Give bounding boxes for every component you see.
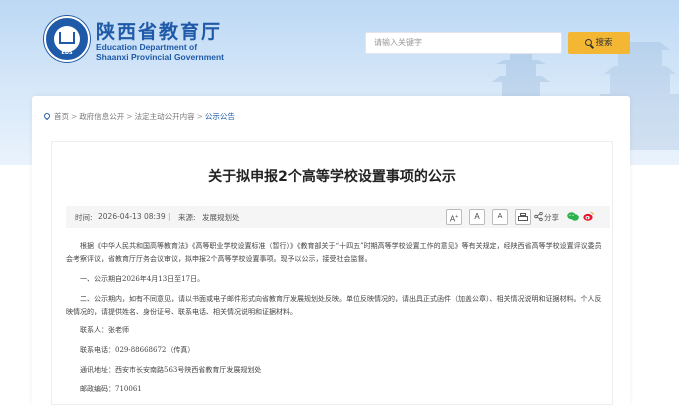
site-title[interactable]: 陕西省教育厅 xyxy=(96,17,222,44)
publish-time: 2026-04-13 08:39 xyxy=(98,212,166,221)
breadcrumb-separator: > xyxy=(126,111,133,121)
font-size-medium-button[interactable]: A xyxy=(469,209,485,225)
breadcrumb-item-home[interactable]: 首页 xyxy=(54,111,69,122)
emblem-text: EDS xyxy=(61,50,73,56)
site-header: EDS 陕西省教育厅 Education Department of Shaan… xyxy=(0,0,679,90)
font-size-small-button[interactable]: A xyxy=(492,209,508,225)
search-button[interactable]: 搜索 xyxy=(568,32,630,54)
article-paragraph: 一、公示期自2026年4月13日至17日。 xyxy=(80,275,205,283)
breadcrumb-separator: > xyxy=(71,111,78,121)
article-title: 关于拟申报2个高等学校设置事项的公示 xyxy=(208,169,456,185)
site-subtitle-en-line2: Shaanxi Provincial Government xyxy=(96,52,225,62)
postal-code: 邮政编码：710061 xyxy=(80,385,142,393)
search-button-label: 搜索 xyxy=(595,38,613,48)
breadcrumb-item-gov-info[interactable]: 政府信息公开 xyxy=(79,111,124,122)
publish-time-label: 时间: xyxy=(75,213,93,222)
site-subtitle-en-line1: Education Department of xyxy=(96,42,198,52)
font-large-plus: + xyxy=(455,214,459,220)
contact-person: 联系人：张老师 xyxy=(80,326,129,334)
print-button[interactable] xyxy=(515,209,531,225)
source-label: 来源: xyxy=(178,213,196,222)
article-paragraph: 二、公示期内，如有不同意见，请以书面或电子邮件形式向省教育厅发展规划处反映。单位… xyxy=(66,295,602,316)
wechat-icon[interactable] xyxy=(567,212,579,221)
breadcrumb-separator: > xyxy=(196,111,203,121)
meta-divider: | xyxy=(168,212,171,221)
contact-phone: 联系电话：029-88668672（传真） xyxy=(80,346,195,354)
search-icon xyxy=(585,39,593,46)
breadcrumb-item-notices[interactable]: 公示公告 xyxy=(205,111,235,122)
printer-icon xyxy=(518,216,528,221)
article-paragraph: 根据《中华人民共和国高等教育法》《高等职业学校设置标准（暂行）》《教育部关于“十… xyxy=(66,242,602,263)
source-value: 发展规划处 xyxy=(202,213,240,222)
share-icon[interactable] xyxy=(534,212,543,221)
breadcrumb-item-statutory[interactable]: 法定主动公开内容 xyxy=(135,111,195,122)
weibo-icon[interactable] xyxy=(583,211,594,221)
search-input[interactable]: 请输入关键字 xyxy=(365,32,562,54)
share-label[interactable]: 分享 xyxy=(544,212,559,223)
breadcrumb: 首页 > 政府信息公开 > 法定主动公开内容 > 公示公告 xyxy=(42,110,235,122)
education-department-emblem-icon[interactable]: EDS xyxy=(44,16,90,62)
location-pin-icon xyxy=(42,111,52,121)
font-size-large-button[interactable]: A+ xyxy=(446,209,462,225)
book-icon xyxy=(59,32,75,44)
mailing-address: 通讯地址：西安市长安南路563号陕西省教育厅发展规划处 xyxy=(80,366,262,374)
